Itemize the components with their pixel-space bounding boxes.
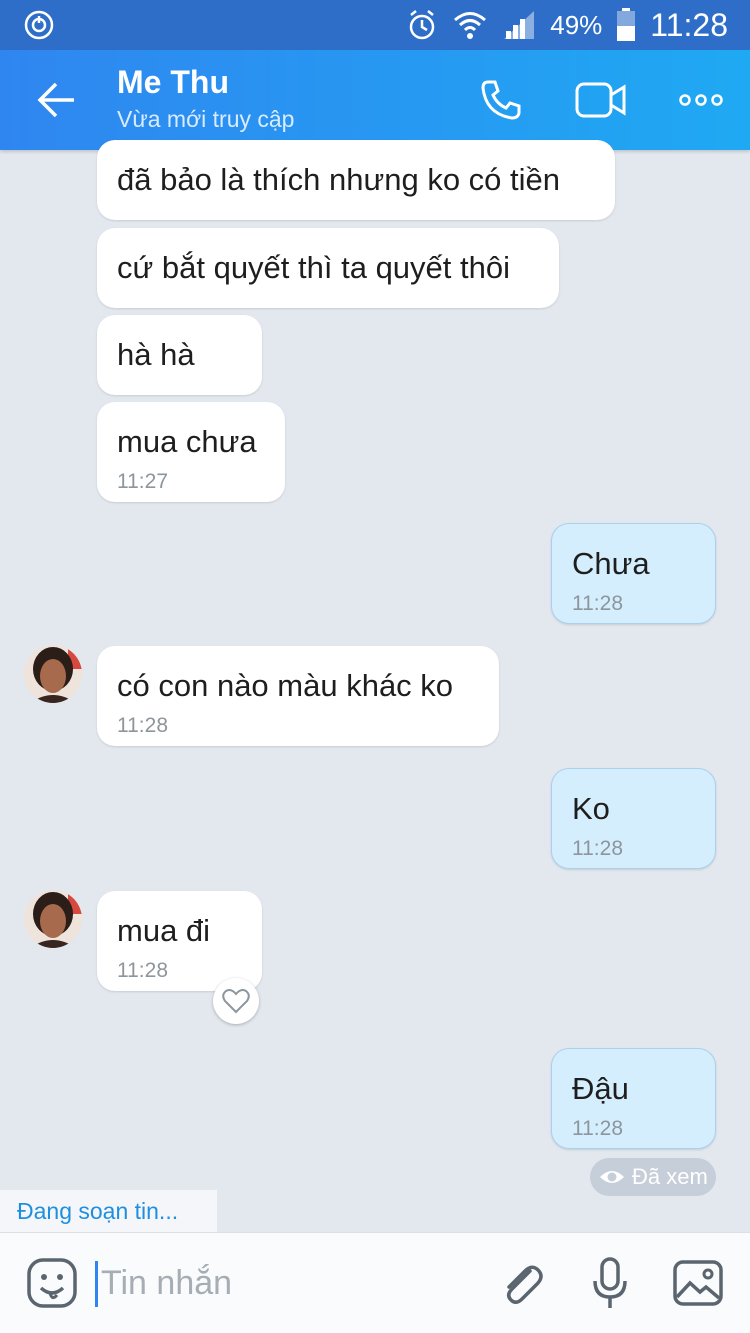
message-bubble-outgoing[interactable]: Đậu 11:28	[551, 1048, 716, 1149]
clock: 11:28	[650, 6, 728, 43]
avatar[interactable]	[24, 645, 82, 703]
message-bubble-outgoing[interactable]: Chưa 11:28	[551, 523, 716, 624]
message-bubble-incoming[interactable]: đã bảo là thích nhưng ko có tiền	[97, 140, 615, 220]
alarm-icon	[410, 10, 435, 40]
battery-percent: 49%	[550, 9, 603, 40]
avatar[interactable]	[24, 890, 82, 948]
status-bar: 49% 11:28	[0, 0, 750, 50]
message-time: 11:28	[117, 714, 168, 737]
message-text: mua chưa	[117, 424, 257, 459]
heart-icon	[222, 989, 250, 1014]
message-bubble-incoming[interactable]: hà hà	[97, 315, 262, 395]
avatar-photo-icon	[24, 645, 82, 703]
battery-icon	[617, 8, 636, 41]
message-time: 11:28	[117, 959, 168, 982]
message-text: Đậu	[572, 1071, 629, 1106]
message-composer	[0, 1232, 750, 1333]
message-time: 11:27	[117, 470, 168, 493]
message-text: Chưa	[572, 546, 650, 581]
message-bubble-incoming[interactable]: mua chưa 11:27	[97, 402, 285, 502]
message-time: 11:28	[572, 592, 623, 615]
video-call-icon[interactable]	[574, 78, 628, 122]
power-icon	[24, 10, 54, 40]
signal-icon	[504, 11, 535, 39]
message-text: đã bảo là thích nhưng ko có tiền	[117, 162, 561, 197]
contact-name[interactable]: Me Thu	[117, 64, 229, 101]
wifi-icon	[454, 12, 487, 39]
message-time: 11:28	[572, 837, 623, 860]
message-text: có con nào màu khác ko	[117, 668, 454, 703]
message-bubble-incoming[interactable]: có con nào màu khác ko 11:28	[97, 646, 499, 746]
more-options-icon[interactable]	[678, 90, 724, 110]
message-text: Ko	[572, 791, 610, 826]
message-bubble-outgoing[interactable]: Ko 11:28	[551, 768, 716, 869]
text-cursor	[95, 1261, 98, 1307]
eye-icon	[600, 1171, 624, 1183]
image-gallery-icon[interactable]	[672, 1259, 724, 1307]
contact-status: Vừa mới truy cập	[117, 106, 295, 132]
chat-header: Me Thu Vừa mới truy cập	[0, 50, 750, 150]
attachment-icon[interactable]	[500, 1259, 546, 1309]
message-time: 11:28	[572, 1117, 623, 1140]
seen-label: Đã xem	[632, 1164, 708, 1189]
back-arrow-icon[interactable]	[36, 80, 78, 120]
emoji-icon[interactable]	[26, 1257, 78, 1309]
message-bubble-incoming[interactable]: cứ bắt quyết thì ta quyết thôi	[97, 228, 559, 308]
microphone-icon[interactable]	[592, 1257, 628, 1311]
avatar-photo-icon	[24, 890, 82, 948]
phone-call-icon[interactable]	[478, 78, 524, 122]
message-text: mua đi	[117, 913, 211, 948]
message-bubble-incoming[interactable]: mua đi 11:28	[97, 891, 262, 991]
message-text: hà hà	[117, 337, 195, 372]
seen-badge: Đã xem	[590, 1158, 716, 1196]
typing-indicator: Đang soạn tin...	[0, 1190, 217, 1232]
react-button[interactable]	[213, 978, 259, 1024]
message-input[interactable]	[101, 1255, 481, 1311]
message-text: cứ bắt quyết thì ta quyết thôi	[117, 250, 510, 285]
